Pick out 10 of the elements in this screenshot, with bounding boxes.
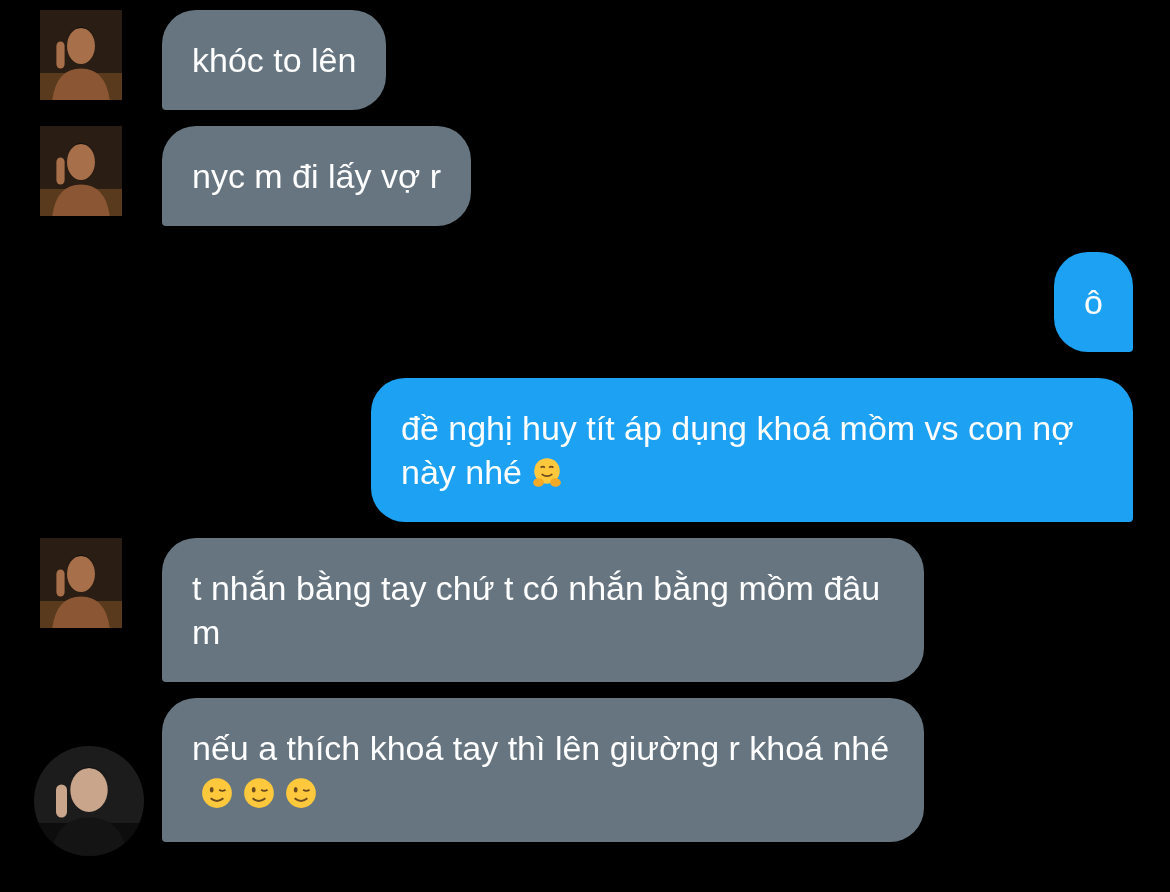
- message-bubble: khóc to lên: [162, 10, 387, 110]
- winking-face-icon: [200, 776, 234, 810]
- hugging-face-icon: [530, 456, 564, 490]
- message-bubble: nếu a thích khoá tay thì lên giường r khoá nhé: [162, 698, 924, 842]
- message-bubble: đề nghị huy tít áp dụng khoá mồm vs con nợ này nhé: [371, 378, 1133, 522]
- message-bubble: nyc m đi lấy vợ r: [162, 126, 471, 226]
- winking-face-icon: [242, 776, 276, 810]
- message-bubble: t nhắn bằng tay chứ t có nhắn bằng mồm đâu m: [162, 538, 924, 682]
- message-bubble: ô: [1054, 252, 1133, 352]
- winking-face-icon: [284, 776, 318, 810]
